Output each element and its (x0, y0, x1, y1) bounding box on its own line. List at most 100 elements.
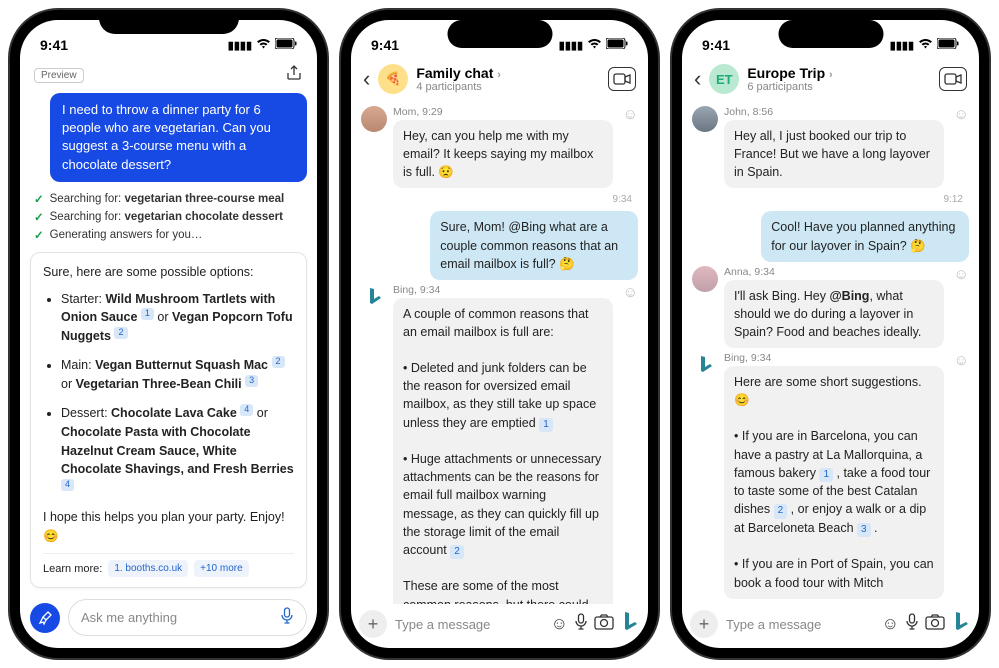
notch (447, 20, 552, 48)
check-icon: ✓ (34, 192, 44, 206)
avatar-john[interactable] (692, 106, 718, 132)
message-bubble: Sure, Mom! @Bing what are a couple commo… (430, 211, 638, 279)
react-icon[interactable]: ☺ (954, 266, 969, 283)
emoji-icon[interactable]: ☺ (551, 614, 568, 634)
react-icon[interactable]: ☺ (623, 284, 638, 301)
citation[interactable]: 4 (240, 404, 253, 416)
answer-starter: Starter: Wild Mushroom Tartlets with Oni… (61, 290, 294, 347)
learn-more-row: Learn more: 1. booths.co.uk +10 more (43, 553, 294, 577)
chat-title: Europe Trip (747, 65, 825, 81)
citation[interactable]: 3 (245, 375, 258, 387)
citation[interactable]: 2 (450, 545, 464, 560)
react-icon[interactable]: ☺ (954, 352, 969, 369)
battery-icon (937, 38, 959, 52)
chat-title-block[interactable]: Europe Trip › 6 participants (747, 65, 931, 93)
chat-title-block[interactable]: Family chat › 4 participants (416, 65, 600, 93)
message-meta: Mom, 9:29 (393, 106, 613, 118)
chat-subtitle: 4 participants (416, 81, 600, 93)
message-bing: Bing, 9:34 A couple of common reasons th… (361, 284, 638, 604)
back-button[interactable]: ‹ (694, 66, 701, 92)
timestamp: 9:12 (692, 192, 969, 207)
bing-icon[interactable] (620, 610, 640, 638)
screen: 9:41 ▮▮▮▮ Preview I need to throw a dinn… (20, 20, 317, 648)
new-topic-button[interactable] (30, 603, 60, 633)
message-meta: Bing, 9:34 (393, 284, 613, 296)
chat-avatar[interactable]: 🍕 (378, 64, 408, 94)
learn-more-link[interactable]: 1. booths.co.uk (108, 560, 188, 577)
message-meta: John, 8:56 (724, 106, 944, 118)
back-button[interactable]: ‹ (363, 66, 370, 92)
video-call-button[interactable] (608, 67, 636, 91)
phone-bing: 9:41 ▮▮▮▮ Preview I need to throw a dinn… (10, 10, 327, 658)
share-icon[interactable] (285, 64, 303, 87)
check-icon: ✓ (34, 228, 44, 242)
chat-subtitle: 6 participants (747, 81, 931, 93)
answer-card: Sure, here are some possible options: St… (30, 252, 307, 589)
status-icons: ▮▮▮▮ (228, 38, 297, 52)
search-progress: ✓Searching for: vegetarian three-course … (30, 188, 307, 246)
message-bing: Bing, 9:34 Here are some short suggestio… (692, 352, 969, 599)
video-call-button[interactable] (939, 67, 967, 91)
message-sent: Cool! Have you planned anything for our … (692, 211, 969, 261)
message-meta: Anna, 9:34 (724, 266, 944, 278)
chevron-right-icon: › (829, 69, 833, 81)
emoji-icon[interactable]: ☺ (882, 614, 899, 634)
message-meta: Bing, 9:34 (724, 352, 944, 364)
learn-more-more[interactable]: +10 more (194, 560, 249, 577)
message-input[interactable]: Type a message (393, 613, 545, 636)
citation[interactable]: 4 (61, 479, 74, 491)
chevron-right-icon: › (497, 69, 501, 81)
citation[interactable]: 2 (272, 356, 285, 368)
chat-header: ‹ 🍕 Family chat › 4 participants (351, 60, 648, 102)
bing-icon[interactable] (951, 610, 971, 638)
citation[interactable]: 2 (774, 504, 788, 519)
message: Anna, 9:34 I'll ask Bing. Hey @Bing, wha… (692, 266, 969, 348)
wifi-icon (918, 38, 933, 52)
avatar-mom[interactable] (361, 106, 387, 132)
message-sent: Sure, Mom! @Bing what are a couple commo… (361, 211, 638, 279)
react-icon[interactable]: ☺ (623, 106, 638, 123)
check-icon: ✓ (34, 210, 44, 224)
ask-input[interactable]: Ask me anything (68, 599, 307, 636)
answer-intro: Sure, here are some possible options: (43, 263, 294, 282)
answer-dessert: Dessert: Chocolate Lava Cake 4 or Chocol… (61, 404, 294, 498)
clock: 9:41 (40, 37, 68, 53)
citation[interactable]: 1 (141, 308, 154, 320)
react-icon[interactable]: ☺ (954, 106, 969, 123)
add-button[interactable]: + (359, 610, 387, 638)
signal-icon: ▮▮▮▮ (559, 39, 583, 52)
message-bubble: Hey all, I just booked our trip to Franc… (724, 120, 944, 188)
avatar-anna[interactable] (692, 266, 718, 292)
avatar-bing[interactable] (361, 284, 387, 310)
mic-icon[interactable] (905, 613, 919, 636)
wifi-icon (587, 38, 602, 52)
mic-icon[interactable] (574, 613, 588, 636)
citation[interactable]: 1 (539, 418, 553, 433)
timestamp: 9:34 (361, 192, 638, 207)
camera-icon[interactable] (594, 614, 614, 635)
preview-badge: Preview (34, 68, 84, 83)
camera-icon[interactable] (925, 614, 945, 635)
message-bubble: Cool! Have you planned anything for our … (761, 211, 969, 261)
search-step: ✓Generating answers for you… (34, 226, 303, 244)
notch (778, 20, 883, 48)
chat-avatar[interactable]: ET (709, 64, 739, 94)
mic-icon[interactable] (280, 607, 294, 628)
status-icons: ▮▮▮▮ (559, 38, 628, 52)
answer-outro: I hope this helps you plan your party. E… (43, 508, 294, 546)
citation[interactable]: 3 (857, 523, 871, 538)
message-bubble: Hey, can you help me with my email? It k… (393, 120, 613, 188)
phone-family-chat: 9:41 ▮▮▮▮ ‹ 🍕 Family chat › 4 participan… (341, 10, 658, 658)
add-button[interactable]: + (690, 610, 718, 638)
message-bubble: A couple of common reasons that an email… (393, 298, 613, 604)
search-step: ✓Searching for: vegetarian three-course … (34, 190, 303, 208)
message: John, 8:56 Hey all, I just booked our tr… (692, 106, 969, 188)
search-step: ✓Searching for: vegetarian chocolate des… (34, 208, 303, 226)
citation[interactable]: 2 (114, 327, 127, 339)
message-input[interactable]: Type a message (724, 613, 876, 636)
chat-header: ‹ ET Europe Trip › 6 participants (682, 60, 979, 102)
battery-icon (606, 38, 628, 52)
avatar-bing[interactable] (692, 352, 718, 378)
answer-main: Main: Vegan Butternut Squash Mac 2 or Ve… (61, 356, 294, 394)
citation[interactable]: 1 (819, 468, 833, 483)
